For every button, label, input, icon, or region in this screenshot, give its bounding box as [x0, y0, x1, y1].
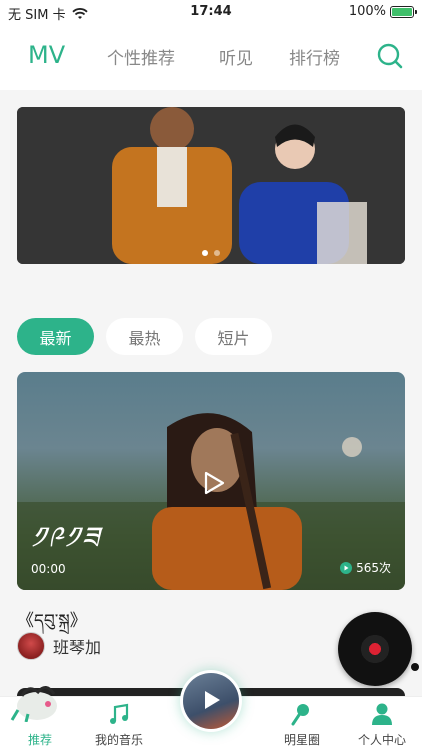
tab-profile[interactable]: 个人中心	[342, 701, 422, 748]
tab-label: 明星圈	[283, 733, 320, 747]
artist-row[interactable]: 班琴加	[17, 632, 101, 660]
search-icon[interactable]	[376, 42, 404, 70]
filter-chips: 最新 最热 短片	[17, 318, 272, 355]
tab-listen[interactable]: 听见	[219, 44, 253, 69]
banner-image	[17, 107, 405, 264]
tab-recommend[interactable]: 个性推荐	[107, 44, 175, 69]
vinyl-player-icon[interactable]	[338, 612, 412, 686]
microphone-icon	[291, 704, 309, 726]
now-playing-cover	[183, 673, 239, 729]
user-icon	[372, 703, 392, 725]
tab-mv[interactable]: MV	[28, 41, 65, 69]
filter-latest[interactable]: 最新	[17, 318, 94, 355]
video-card[interactable]: ༡༩༡ཟ 00:00 565次	[17, 372, 405, 590]
avatar[interactable]	[17, 632, 45, 660]
views-count: 565次	[356, 561, 391, 575]
mascot-icon	[10, 686, 57, 722]
artist-name[interactable]: 班琴加	[53, 634, 101, 658]
battery-percent: 100%	[348, 4, 386, 19]
status-bar: 无 SIM 卡 17:44 100%	[0, 0, 422, 26]
video-duration: 00:00	[31, 562, 66, 576]
battery-icon	[390, 5, 417, 18]
banner-dot[interactable]	[202, 250, 208, 256]
tab-label: 我的音乐	[94, 733, 143, 747]
views-icon	[340, 561, 353, 574]
banner-dots	[17, 250, 405, 256]
tab-label: 个人中心	[357, 733, 406, 747]
video-views: 565次	[340, 559, 391, 576]
tab-star-circle[interactable]: 明星圈	[262, 701, 342, 748]
music-note-icon	[110, 703, 129, 724]
video-overlay-title: ༡༩༡ཟ	[31, 521, 102, 556]
tonearm-icon	[411, 663, 419, 671]
banner-dot[interactable]	[214, 250, 220, 256]
filter-shorts[interactable]: 短片	[195, 318, 272, 355]
tab-charts[interactable]: 排行榜	[289, 44, 340, 69]
center-play-button[interactable]	[180, 670, 242, 732]
play-icon[interactable]	[201, 470, 227, 496]
top-nav: MV 个性推荐 听见 排行榜	[0, 26, 422, 90]
filter-hottest[interactable]: 最热	[106, 318, 183, 355]
tab-my-music[interactable]: 我的音乐	[79, 701, 159, 748]
tab-label: 推荐	[27, 733, 52, 747]
banner-carousel[interactable]	[17, 107, 405, 264]
play-icon	[205, 691, 220, 709]
status-right: 100%	[348, 4, 417, 19]
